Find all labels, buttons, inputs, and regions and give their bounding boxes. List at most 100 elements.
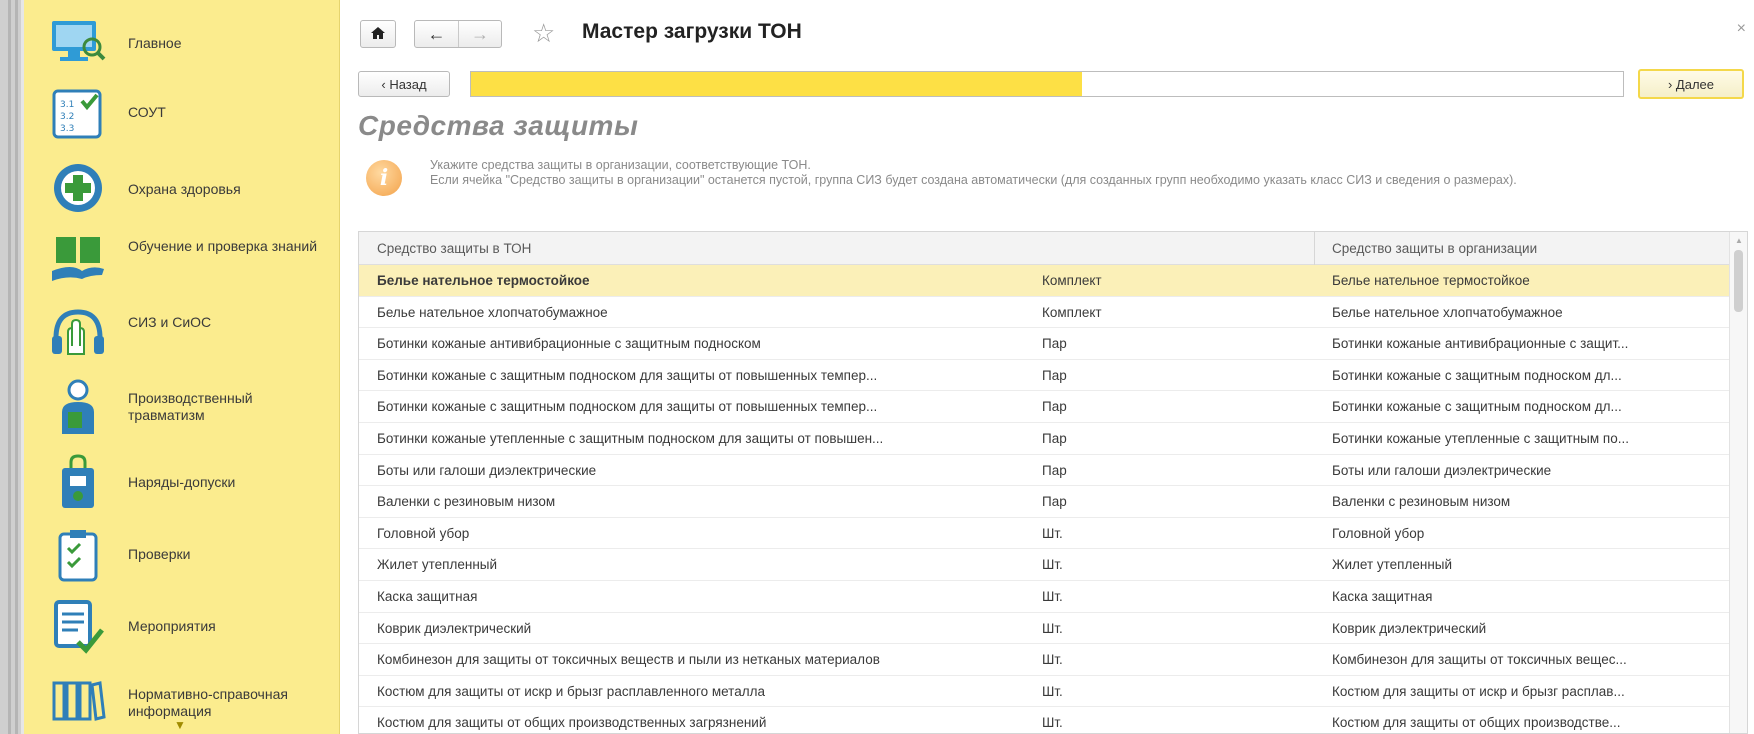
sidebar-item-label: СИЗ и СиОС	[128, 314, 212, 330]
table-row[interactable]: Валенки с резиновым низом Пар Валенки с ре…	[359, 486, 1729, 518]
checklist-numbers-icon: 3.1 3.2 3.3	[46, 84, 110, 144]
sidebar-item-permits[interactable]: Наряды-допуски	[24, 446, 339, 518]
cell-ton-item[interactable]: Каска защитная	[377, 581, 977, 612]
svg-text:3.3: 3.3	[60, 124, 74, 134]
scroll-up-icon[interactable]: ▲	[1735, 236, 1743, 245]
home-icon	[370, 26, 386, 43]
cell-org-item[interactable]: Каска защитная	[1332, 581, 1712, 612]
cell-ton-item[interactable]: Комбинезон для защиты от токсичных вещес…	[377, 644, 977, 675]
cell-org-item[interactable]: Комбинезон для защиты от токсичных вещес…	[1332, 644, 1712, 675]
cell-ton-item[interactable]: Головной убор	[377, 518, 977, 549]
table-row[interactable]: Жилет утепленный Шт. Жилет утепленный	[359, 549, 1729, 581]
close-icon[interactable]: ×	[1737, 20, 1746, 38]
page-title: Мастер загрузки ТОН	[582, 20, 802, 43]
cell-org-item[interactable]: Ботинки кожаные антивибрационные с защит…	[1332, 328, 1712, 359]
clipboard-check-icon	[46, 524, 110, 584]
table-row[interactable]: Ботинки кожаные с защитным подноском для…	[359, 391, 1729, 423]
scrollbar-thumb[interactable]	[1734, 250, 1743, 312]
sidebar-item-label: СОУТ	[128, 104, 166, 120]
arrow-right-icon[interactable]: →	[458, 21, 501, 47]
cell-unit[interactable]: Пар	[1042, 328, 1242, 359]
table-row[interactable]: Ботинки кожаные с защитным подноском для…	[359, 360, 1729, 392]
column-header-ton[interactable]: Средство защиты в ТОН	[359, 232, 531, 265]
cell-ton-item[interactable]: Костюм для защиты от общих производствен…	[377, 707, 977, 733]
cell-ton-item[interactable]: Ботинки кожаные антивибрационные с защит…	[377, 328, 977, 359]
cell-org-item[interactable]: Костюм для защиты от искр и брызг распла…	[1332, 676, 1712, 707]
next-button[interactable]: › Далее	[1638, 69, 1744, 99]
cell-org-item[interactable]: Боты или галоши диэлектрические	[1332, 455, 1712, 486]
cell-ton-item[interactable]: Боты или галоши диэлектрические	[377, 455, 977, 486]
medical-cross-icon	[46, 158, 110, 218]
cell-unit[interactable]: Шт.	[1042, 707, 1242, 733]
cell-unit[interactable]: Комплект	[1042, 297, 1242, 328]
sidebar-item-label: Обучение и проверка знаний	[128, 238, 318, 254]
cell-ton-item[interactable]: Коврик диэлектрический	[377, 613, 977, 644]
cell-org-item[interactable]: Белье нательное хлопчатобумажное	[1332, 297, 1712, 328]
cell-org-item[interactable]: Головной убор	[1332, 518, 1712, 549]
sidebar-item-sout[interactable]: 3.1 3.2 3.3 СОУТ	[24, 78, 339, 150]
cell-org-item[interactable]: Костюм для защиты от общих производстве.…	[1332, 707, 1712, 733]
cell-ton-item[interactable]: Ботинки кожаные с защитным подноском для…	[377, 360, 977, 391]
back-button[interactable]: ‹ Назад	[358, 71, 450, 97]
star-icon[interactable]: ☆	[532, 18, 555, 49]
info-line: Укажите средства защиты в организации, с…	[430, 158, 811, 172]
cell-ton-item[interactable]: Белье нательное термостойкое	[377, 265, 977, 296]
sidebar-item-injuries[interactable]: Производственный травматизм	[24, 372, 339, 444]
section-title: Средства защиты	[358, 110, 639, 141]
table-row[interactable]: Костюм для защиты от общих производствен…	[359, 707, 1729, 733]
vertical-scrollbar[interactable]: ▲	[1729, 232, 1747, 733]
cell-unit[interactable]: Шт.	[1042, 549, 1242, 580]
cell-unit[interactable]: Шт.	[1042, 644, 1242, 675]
cell-ton-item[interactable]: Белье нательное хлопчатобумажное	[377, 297, 977, 328]
cell-ton-item[interactable]: Ботинки кожаные с защитным подноском для…	[377, 391, 977, 422]
column-header-organization[interactable]: Средство защиты в организации	[1314, 232, 1537, 265]
cell-org-item[interactable]: Ботинки кожаные утепленные с защитным по…	[1332, 423, 1712, 454]
table-row[interactable]: Комбинезон для защиты от токсичных вещес…	[359, 644, 1729, 676]
monitor-search-icon	[46, 12, 110, 72]
cell-org-item[interactable]: Белье нательное термостойкое	[1332, 265, 1712, 296]
sidebar-item-training[interactable]: Обучение и проверка знаний	[24, 222, 339, 294]
table-row[interactable]: Ботинки кожаные антивибрационные с защит…	[359, 328, 1729, 360]
table-row[interactable]: Головной убор Шт. Головной убор	[359, 518, 1729, 550]
cell-ton-item[interactable]: Ботинки кожаные утепленные с защитным по…	[377, 423, 977, 454]
sidebar-item-label: Охрана здоровья	[128, 181, 241, 197]
cell-ton-item[interactable]: Валенки с резиновым низом	[377, 486, 977, 517]
cell-unit[interactable]: Пар	[1042, 423, 1242, 454]
sidebar-item-inspections[interactable]: Проверки	[24, 518, 339, 590]
table-row[interactable]: Каска защитная Шт. Каска защитная	[359, 581, 1729, 613]
svg-text:3.2: 3.2	[60, 112, 74, 122]
cell-unit[interactable]: Шт.	[1042, 676, 1242, 707]
table-row[interactable]: Белье нательное хлопчатобумажное Комплект…	[359, 297, 1729, 329]
cell-unit[interactable]: Пар	[1042, 391, 1242, 422]
navigation-buttons: ← →	[414, 20, 502, 48]
cell-unit[interactable]: Шт.	[1042, 518, 1242, 549]
table-row[interactable]: Костюм для защиты от искр и брызг распла…	[359, 676, 1729, 708]
cell-unit[interactable]: Комплект	[1042, 265, 1242, 296]
arrow-left-icon[interactable]: ←	[415, 21, 458, 47]
cell-unit[interactable]: Пар	[1042, 455, 1242, 486]
sidebar-item-label: Мероприятия	[128, 618, 216, 634]
cell-ton-item[interactable]: Костюм для защиты от искр и брызг распла…	[377, 676, 977, 707]
cell-ton-item[interactable]: Жилет утепленный	[377, 549, 977, 580]
cell-org-item[interactable]: Жилет утепленный	[1332, 549, 1712, 580]
chevron-down-icon[interactable]: ▼	[174, 718, 186, 732]
cell-unit[interactable]: Шт.	[1042, 613, 1242, 644]
cell-org-item[interactable]: Ботинки кожаные с защитным подноском дл.…	[1332, 360, 1712, 391]
cell-unit[interactable]: Пар	[1042, 486, 1242, 517]
sidebar-item-main[interactable]: Главное	[24, 6, 339, 78]
table-row[interactable]: Боты или галоши диэлектрические Пар Боты и…	[359, 455, 1729, 487]
books-icon	[46, 668, 110, 728]
table-row[interactable]: Коврик диэлектрический Шт. Коврик диэлектр…	[359, 613, 1729, 645]
cell-unit[interactable]: Пар	[1042, 360, 1242, 391]
cell-unit[interactable]: Шт.	[1042, 581, 1242, 612]
sidebar-item-activities[interactable]: Мероприятия	[24, 590, 339, 662]
table-body: Белье нательное термостойкое Комплект Бель…	[359, 265, 1729, 733]
table-row[interactable]: Ботинки кожаные утепленные с защитным по…	[359, 423, 1729, 455]
cell-org-item[interactable]: Ботинки кожаные с защитным подноском дл.…	[1332, 391, 1712, 422]
cell-org-item[interactable]: Коврик диэлектрический	[1332, 613, 1712, 644]
table-row[interactable]: Белье нательное термостойкое Комплект Бель…	[359, 265, 1729, 297]
sidebar-item-health[interactable]: Охрана здоровья	[24, 152, 339, 224]
home-button[interactable]	[360, 20, 396, 48]
cell-org-item[interactable]: Валенки с резиновым низом	[1332, 486, 1712, 517]
sidebar-item-siz[interactable]: СИЗ и СиОС	[24, 298, 339, 370]
